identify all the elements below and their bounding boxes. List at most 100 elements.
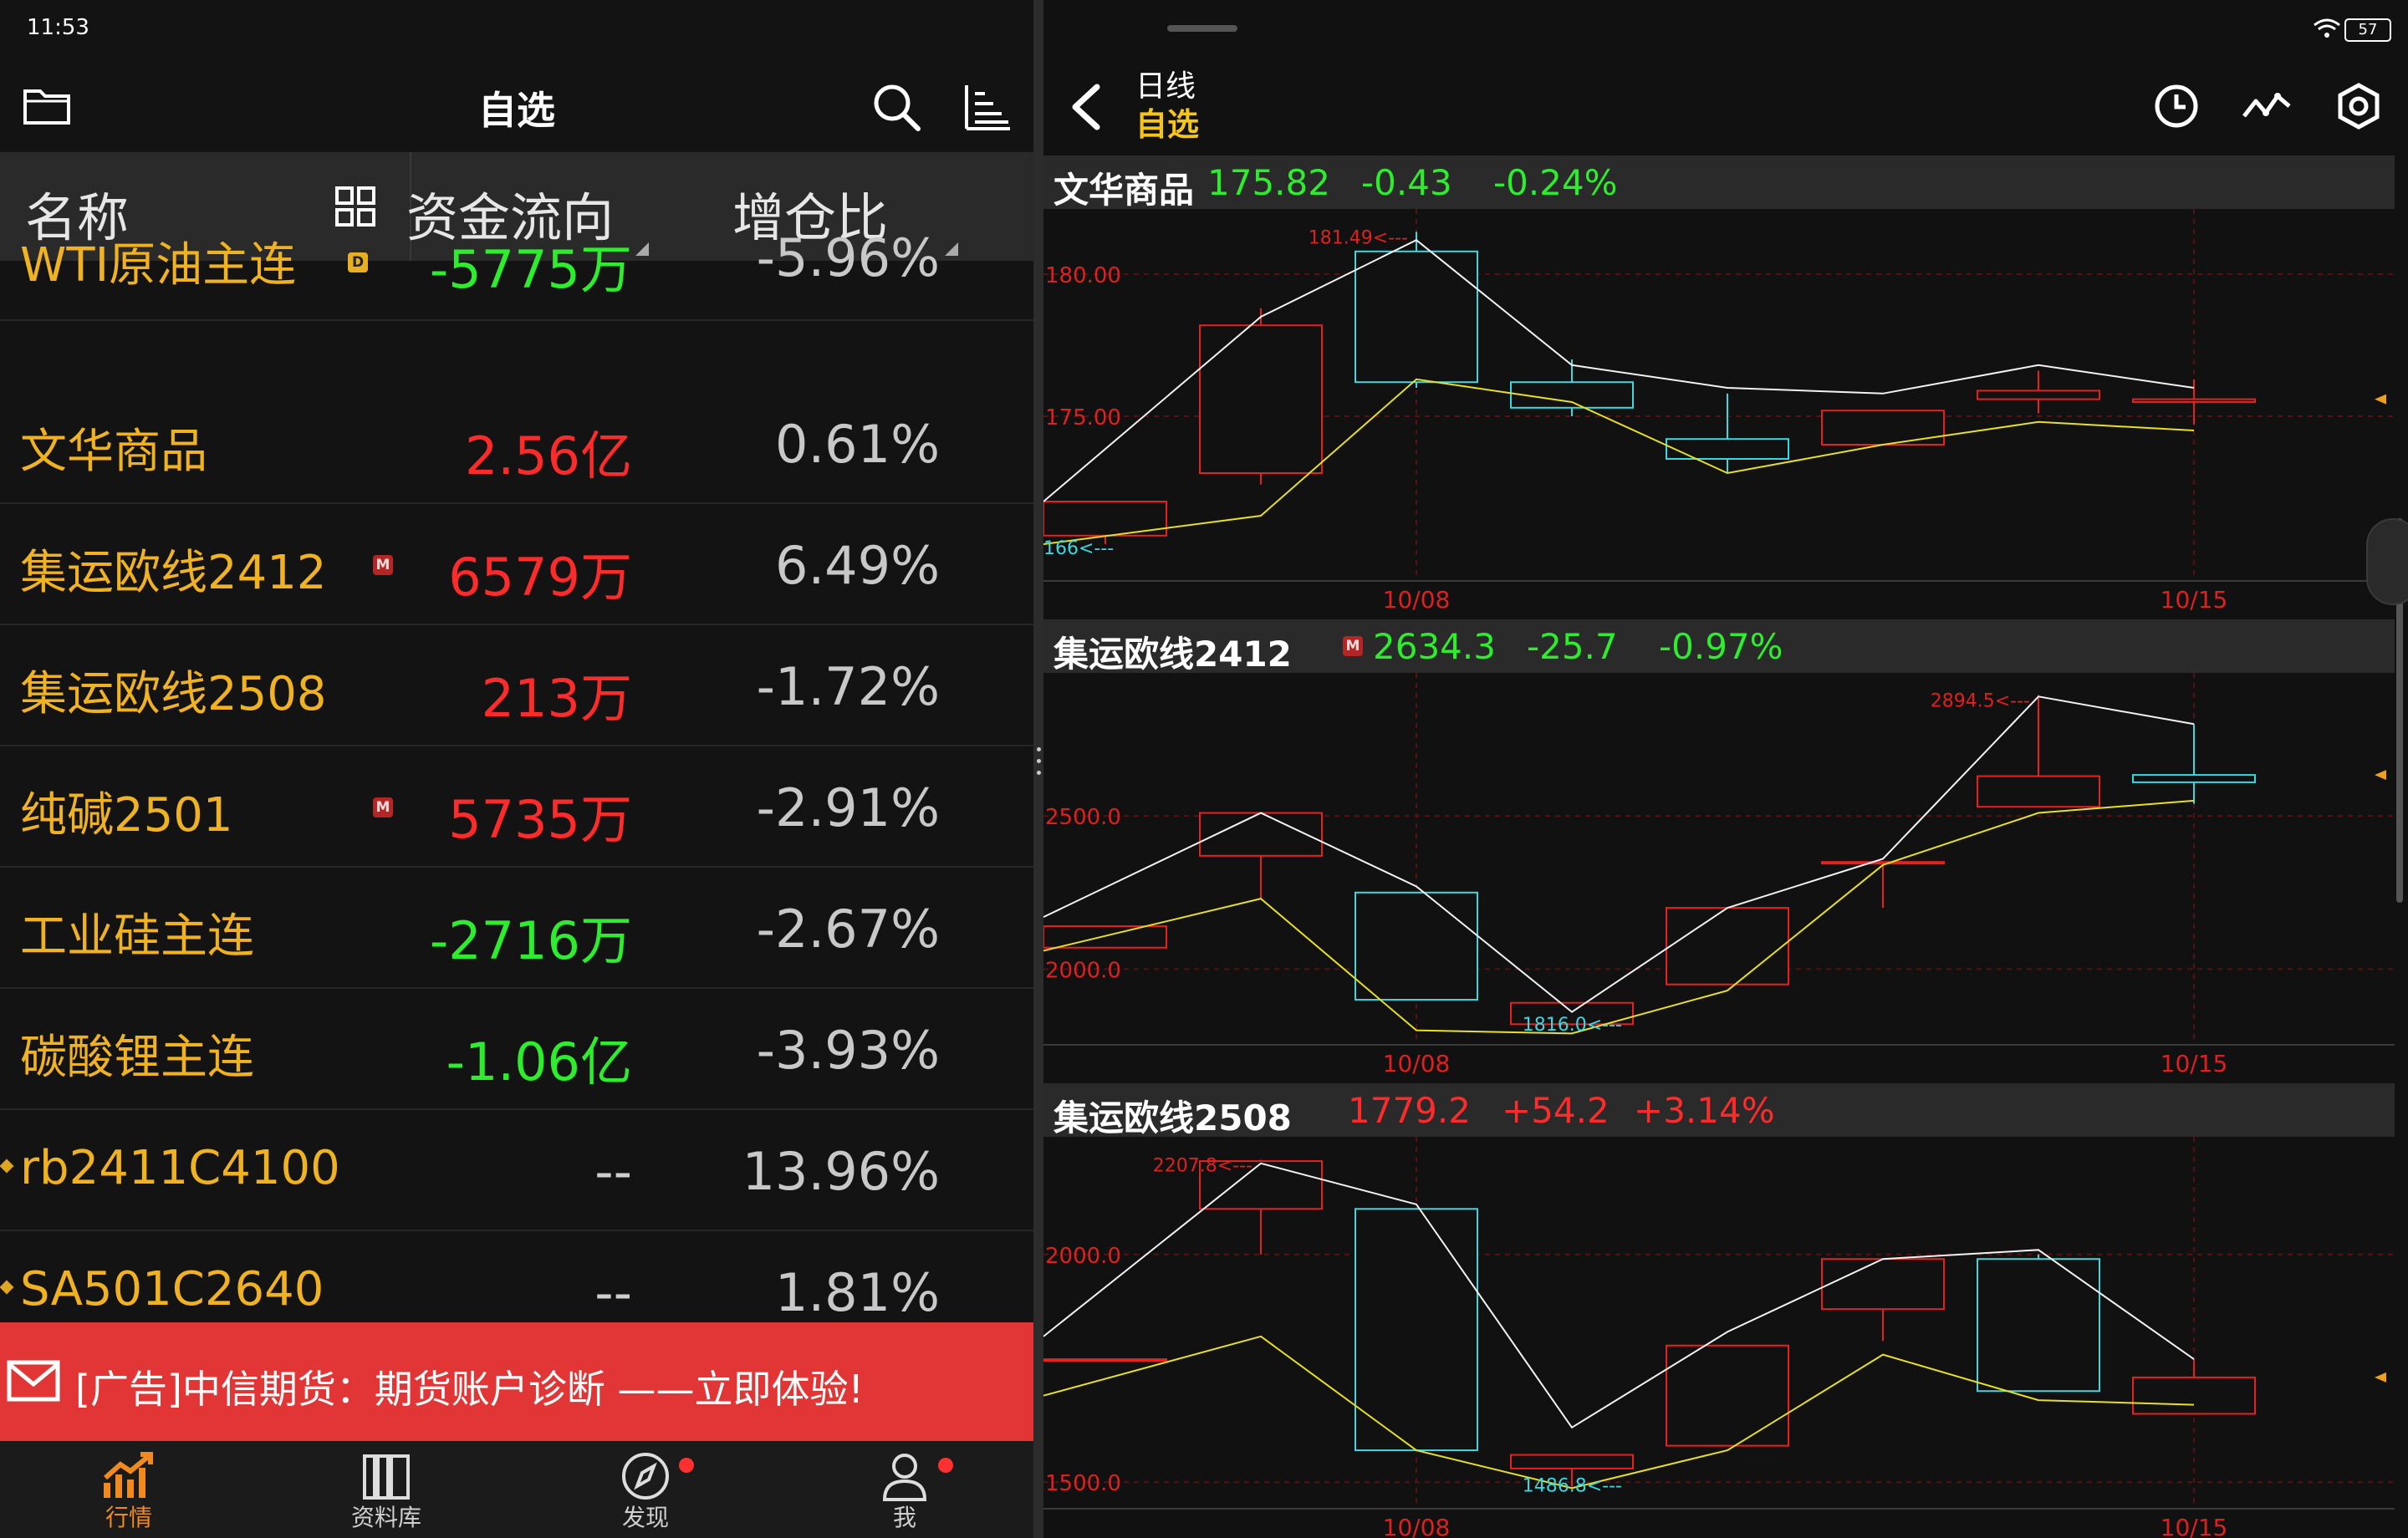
candle-body[interactable]	[1666, 438, 1789, 461]
last-price-marker	[2375, 770, 2386, 781]
row-ratio: -3.93%	[756, 1020, 940, 1081]
chart-quote-change-pct: -0.97%	[1659, 626, 1783, 667]
candlestick-chart[interactable]: 10/08 10/15 2500.0 2000.0 2894.5<--- 1816.0<-…	[1043, 673, 2395, 1083]
ad-banner[interactable]: [广告]中信期货：期货账户诊断 ——立即体验!	[0, 1322, 1033, 1441]
row-ratio: 0.61%	[775, 414, 940, 475]
notification-dot	[938, 1458, 953, 1473]
chart-quote-change: -25.7	[1527, 626, 1618, 667]
row-flow: -5775万	[429, 239, 632, 300]
x-tick-label: 10/08	[1383, 1050, 1451, 1077]
sort-list-icon[interactable]	[957, 77, 1017, 137]
x-tick-label: 10/15	[2161, 1050, 2228, 1077]
row-flow: 2.56亿	[464, 425, 632, 486]
chart-pane: 57 日线 自选 文华商品 175.82 -0.43 -0.24% 10/08 10/15…	[1043, 0, 2408, 1538]
chart-panel[interactable]: 文华商品 175.82 -0.43 -0.24% 10/08 10/15 180.00 175…	[1043, 155, 2395, 619]
chart-instrument-name: 集运欧线2412	[1054, 634, 1292, 675]
candle-body[interactable]	[1043, 1358, 1167, 1362]
back-chevron-icon[interactable]	[1057, 75, 1115, 139]
y-tick-label: 180.00	[1045, 263, 1121, 288]
chart-instrument-name: 集运欧线2508	[1054, 1097, 1292, 1138]
candle-body[interactable]	[2132, 398, 2256, 404]
low-annotation: 1​66<---	[1043, 538, 1114, 559]
chart-instrument-name: 文华商品	[1054, 170, 1195, 211]
x-tick-label: 10/15	[2161, 1514, 2228, 1538]
candle-body[interactable]	[2132, 1376, 2256, 1415]
chart-quote-last: 2634.3	[1373, 626, 1496, 667]
row-ratio: 6.49%	[775, 535, 940, 596]
window-handle[interactable]	[1167, 25, 1237, 32]
search-icon[interactable]	[866, 77, 926, 137]
candle-body[interactable]	[1666, 907, 1789, 985]
y-tick-label: 175.00	[1045, 405, 1121, 430]
table-row[interactable]: 集运欧线2412 M 6579万 6.49%	[0, 503, 1033, 625]
table-row[interactable]: 文华商品 2.56亿 0.61%	[0, 382, 1033, 504]
y-tick-label: 2000.0	[1045, 1244, 1121, 1269]
table-row[interactable]: WTI原油主连 D -5775万 -5.96%	[0, 227, 1033, 321]
row-badge: M	[373, 555, 393, 575]
y-tick-label: 2500.0	[1045, 805, 1121, 830]
tab-0[interactable]: 行情	[45, 1441, 212, 1538]
candle-body[interactable]	[1354, 1208, 1478, 1452]
candle-body[interactable]	[1821, 861, 1945, 865]
candle-body[interactable]	[1354, 250, 1478, 384]
battery-icon: 57	[2344, 18, 2391, 42]
candlestick-chart[interactable]: 10/08 10/15 2000.0 1500.0 2207.8<--- 1486.8<-…	[1043, 1137, 2395, 1538]
clock-icon[interactable]	[2149, 79, 2204, 134]
candlestick-chart[interactable]: 10/08 10/15 180.00 175.00 181.49<--- 1​66<---	[1043, 209, 2395, 619]
float-tool-handle[interactable]	[2366, 518, 2408, 605]
row-badge: M	[373, 797, 393, 817]
chart-panel[interactable]: 集运欧线2508 1779.2 +54.2 +3.14% 10/08 10/15 2000.…	[1043, 1083, 2395, 1538]
row-ratio: 13.96%	[742, 1141, 940, 1202]
tab-label: 行情	[105, 1504, 152, 1531]
chart-quote-change: +54.2	[1502, 1090, 1610, 1131]
chart-quote-change-pct: -0.24%	[1493, 162, 1618, 203]
tab-label: 发现	[621, 1504, 669, 1531]
bottom-tab-bar: 行情 资料库 发现 我	[0, 1441, 1033, 1538]
candle-body[interactable]	[1977, 1258, 2100, 1393]
tab-3[interactable]: 我	[821, 1441, 988, 1538]
table-row[interactable]: rb2411C4100 -- 13.96%	[0, 1109, 1033, 1231]
candle-body[interactable]	[1043, 925, 1167, 949]
row-name: 碳酸锂主连	[20, 1031, 254, 1085]
table-row[interactable]: 工业硅主连 -2716万 -2.67%	[0, 867, 1033, 989]
candle-body[interactable]	[1821, 410, 1945, 446]
candle-body[interactable]	[1510, 1454, 1634, 1469]
x-tick-label: 10/08	[1383, 586, 1451, 614]
table-row[interactable]: 集运欧线2508 213万 -1.72%	[0, 624, 1033, 746]
tab-1[interactable]: 资料库	[303, 1441, 470, 1538]
status-time: 11:53	[27, 15, 89, 40]
split-divider[interactable]	[1033, 0, 1043, 1538]
x-tick-label: 10/08	[1383, 1514, 1451, 1538]
candle-body[interactable]	[1666, 1344, 1789, 1447]
row-ratio: -5.96%	[756, 227, 940, 288]
tab-2[interactable]: 发现	[562, 1441, 729, 1538]
row-flow: 6579万	[448, 547, 632, 608]
table-row[interactable]: 碳酸锂主连 -1.06亿 -3.93%	[0, 988, 1033, 1110]
grid-toggle-icon[interactable]	[334, 186, 376, 227]
row-flow: --	[594, 1262, 632, 1323]
indicator-line-icon[interactable]	[2239, 79, 2294, 134]
settings-hex-icon[interactable]	[2331, 79, 2386, 134]
tab-label: 我	[892, 1504, 916, 1531]
table-row[interactable]: 纯碱2501 M 5735万 -2.91%	[0, 746, 1033, 868]
chart-header: 集运欧线2412 M 2634.3 -25.7 -0.97%	[1043, 619, 2395, 675]
candle-body[interactable]	[1977, 390, 2100, 400]
row-flow: 5735万	[448, 789, 632, 850]
candle-body[interactable]	[1977, 775, 2100, 808]
group-label[interactable]: 自选	[1135, 99, 1199, 145]
candle-body[interactable]	[1821, 1258, 1945, 1311]
option-diamond-icon	[0, 1280, 14, 1295]
candle-body[interactable]	[1354, 891, 1478, 1001]
candle-body[interactable]	[1199, 324, 1323, 474]
row-name: 纯碱2501	[20, 788, 233, 843]
candle-body[interactable]	[1199, 812, 1323, 857]
candle-body[interactable]	[2132, 774, 2256, 783]
candle-body[interactable]	[1510, 381, 1634, 409]
chart-trend-icon	[102, 1449, 156, 1503]
high-annotation: 2894.5<---	[1931, 691, 2030, 712]
chart-panel[interactable]: 集运欧线2412 M 2634.3 -25.7 -0.97% 10/08 10/15 2500…	[1043, 619, 2395, 1083]
chart-badge: M	[1343, 636, 1363, 656]
notification-dot	[679, 1458, 694, 1473]
option-diamond-icon	[0, 1159, 14, 1174]
row-ratio: 1.81%	[775, 1262, 940, 1323]
